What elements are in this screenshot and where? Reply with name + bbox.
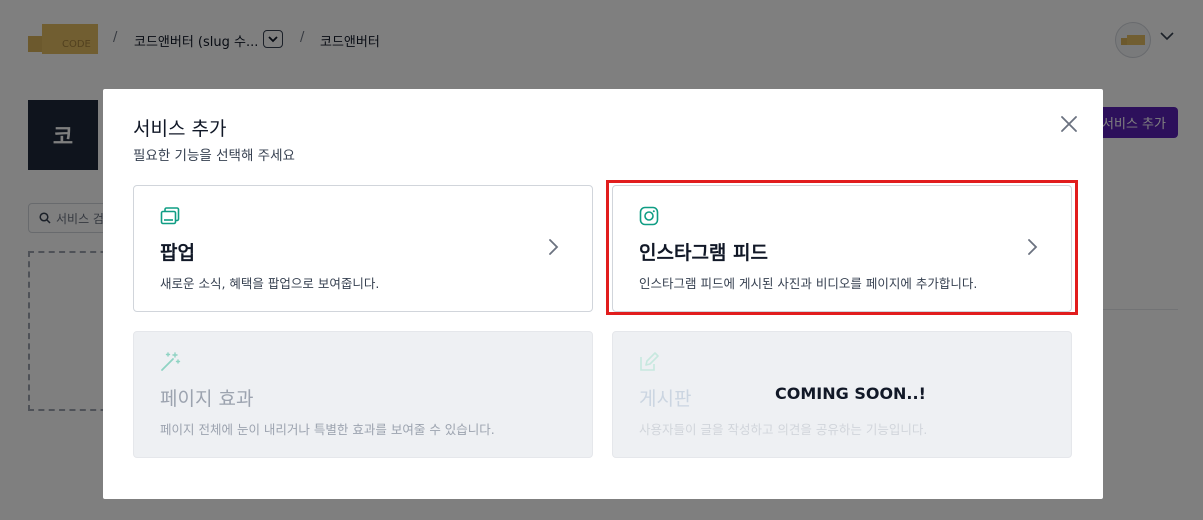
modal-subtitle: 필요한 기능을 선택해 주세요 (133, 148, 295, 164)
card-description: 인스타그램 피드에 게시된 사진과 비디오를 페이지에 추가합니다. (639, 276, 978, 291)
card-title: 인스타그램 피드 (639, 242, 768, 264)
popup-window-icon (160, 207, 180, 225)
card-title: 팝업 (160, 242, 195, 264)
card-description: 새로운 소식, 혜택을 팝업으로 보여줍니다. (160, 276, 380, 291)
service-card-board: 게시판 COMING SOON..! 사용자들이 글을 작성하고 의견을 공유하… (612, 331, 1072, 458)
modal-title: 서비스 추가 (133, 118, 227, 140)
close-icon[interactable] (1058, 113, 1080, 135)
card-title: 페이지 효과 (160, 388, 254, 410)
service-card-page-effect[interactable]: 페이지 효과 페이지 전체에 눈이 내리거나 특별한 효과를 보여줄 수 있습니… (133, 331, 593, 458)
card-description: 사용자들이 글을 작성하고 의견을 공유하는 기능입니다. (639, 422, 928, 437)
edit-board-icon (640, 352, 659, 371)
card-title: 게시판 (639, 388, 692, 410)
coming-soon-badge: COMING SOON..! (775, 384, 926, 403)
service-card-instagram-feed[interactable]: 인스타그램 피드 인스타그램 피드에 게시된 사진과 비디오를 페이지에 추가합… (612, 185, 1072, 312)
service-card-popup[interactable]: 팝업 새로운 소식, 혜택을 팝업으로 보여줍니다. (133, 185, 593, 312)
magic-wand-icon (161, 352, 181, 371)
instagram-icon (639, 206, 659, 226)
add-service-modal: 서비스 추가 필요한 기능을 선택해 주세요 팝업 새로운 소식, 혜택을 팝업… (103, 89, 1103, 499)
chevron-right-icon (1028, 239, 1038, 255)
card-description: 페이지 전체에 눈이 내리거나 특별한 효과를 보여줄 수 있습니다. (160, 422, 495, 437)
chevron-right-icon (549, 239, 559, 255)
